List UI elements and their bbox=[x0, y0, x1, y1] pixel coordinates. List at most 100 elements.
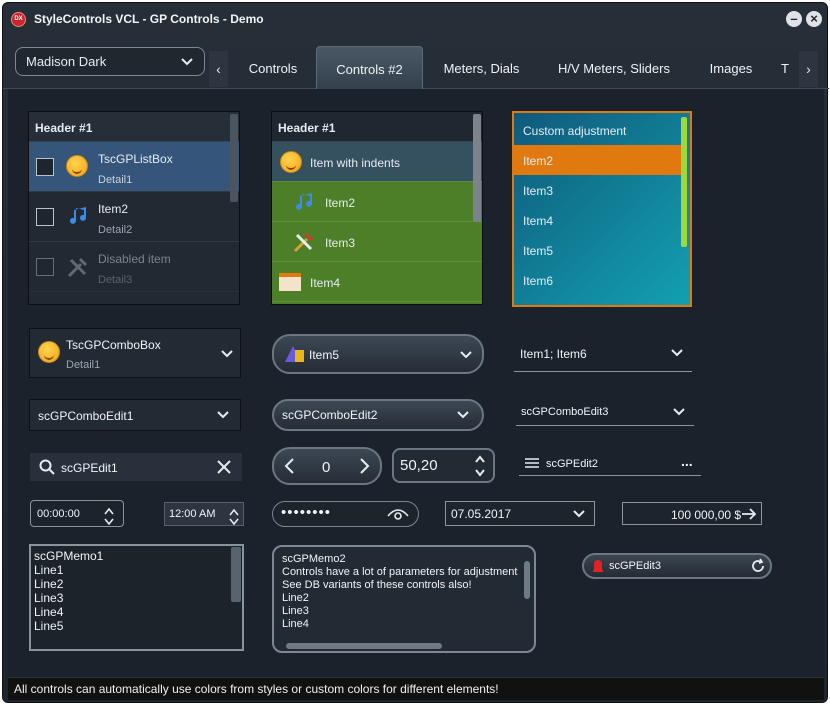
clear-icon[interactable] bbox=[216, 459, 232, 478]
chevron-down-icon bbox=[180, 55, 194, 69]
app-logo-icon: DX bbox=[11, 12, 26, 27]
tab-hv-meters-sliders[interactable]: H/V Meters, Sliders bbox=[541, 46, 687, 89]
comboedit-value: scGPComboEdit2 bbox=[282, 408, 378, 422]
memo-content: scGPMemo2 Controls have a lot of paramet… bbox=[282, 553, 517, 631]
tab-controls-2[interactable]: Controls #2 bbox=[316, 46, 423, 89]
scrollbar[interactable] bbox=[230, 114, 238, 202]
more-button[interactable]: ... bbox=[681, 453, 693, 469]
edit-3[interactable]: scGPEdit3 bbox=[582, 553, 772, 579]
spin-down-icon[interactable] bbox=[229, 515, 239, 529]
checkbox[interactable] bbox=[36, 208, 54, 226]
list-item[interactable]: Custom adjustment bbox=[523, 124, 626, 138]
item-detail: Detail1 bbox=[98, 174, 133, 186]
list-item[interactable]: TscGPListBox Detail1 bbox=[29, 142, 239, 192]
date-edit[interactable]: 07.05.2017 bbox=[445, 501, 595, 526]
music-note-icon bbox=[294, 190, 316, 217]
combobox-2[interactable]: Item5 bbox=[272, 334, 484, 374]
listbox-1[interactable]: Header #1 TscGPListBox Detail1 Item2 Det… bbox=[28, 111, 240, 305]
refresh-icon[interactable] bbox=[750, 558, 766, 577]
password-edit[interactable]: •••••••• bbox=[272, 501, 419, 527]
tools-icon bbox=[292, 230, 316, 257]
tab-controls[interactable]: Controls bbox=[235, 46, 311, 89]
window-icon bbox=[279, 273, 301, 291]
item-detail: Detail2 bbox=[98, 224, 133, 236]
edit-1[interactable]: scGPEdit1 bbox=[30, 453, 242, 481]
comboedit-2[interactable]: scGPComboEdit2 bbox=[272, 399, 484, 431]
minimize-button[interactable]: – bbox=[786, 11, 802, 27]
scrollbar[interactable] bbox=[681, 117, 687, 247]
list-item[interactable]: Item2 bbox=[272, 182, 482, 222]
comboedit-value: scGPComboEdit1 bbox=[38, 409, 134, 423]
close-button[interactable]: × bbox=[806, 11, 822, 27]
tab-images[interactable]: Images bbox=[695, 46, 767, 89]
list-item[interactable]: Item with indents bbox=[272, 142, 482, 182]
listbox-2[interactable]: Header #1 Item with indents Item2 Item3 … bbox=[271, 111, 483, 305]
time-edit-2[interactable]: 12:00 AM bbox=[164, 502, 244, 526]
item-title: TscGPListBox bbox=[98, 152, 173, 166]
checkcombobox-3[interactable]: Item1; Item6 bbox=[514, 337, 692, 372]
listbox-3[interactable]: Custom adjustment Item2 Item3 Item4 Item… bbox=[512, 111, 692, 307]
spin-value: 0 bbox=[322, 459, 331, 476]
memo-line: Line4 bbox=[282, 618, 309, 630]
memo-line: scGPMemo2 bbox=[282, 553, 346, 565]
comboedit-1[interactable]: scGPComboEdit1 bbox=[29, 399, 241, 431]
list-item[interactable]: Item3 bbox=[272, 222, 482, 262]
checkbox[interactable] bbox=[36, 158, 54, 176]
smiley-icon bbox=[280, 151, 302, 173]
list-item[interactable]: Item3 bbox=[523, 184, 553, 198]
item-label: Item2 bbox=[523, 154, 554, 168]
tab-truncated[interactable]: T bbox=[775, 46, 795, 89]
spin-up-icon[interactable] bbox=[474, 453, 486, 467]
memo-line: See DB variants of these controls also! bbox=[282, 579, 472, 591]
tab-meters-dials[interactable]: Meters, Dials bbox=[430, 46, 533, 89]
memo-line: scGPMemo1 bbox=[34, 549, 104, 563]
memo-1[interactable]: scGPMemo1 Line1 Line2 Line3 Line4 Line5 bbox=[29, 544, 244, 651]
edit-2[interactable]: scGPEdit2 ... bbox=[519, 453, 701, 476]
scrollbar[interactable] bbox=[231, 547, 241, 602]
list-item[interactable]: Item4 bbox=[523, 214, 553, 228]
spin-down-icon[interactable] bbox=[104, 515, 114, 529]
arrow-right-icon[interactable] bbox=[741, 507, 757, 524]
combo-value: Item1; Item6 bbox=[520, 347, 587, 361]
spin-down-icon[interactable] bbox=[474, 467, 486, 481]
scrollbar[interactable] bbox=[524, 561, 530, 599]
tab-scroll-left-button[interactable]: ‹ bbox=[209, 51, 228, 87]
combobox-1[interactable]: TscGPComboBox Detail1 bbox=[29, 328, 241, 378]
window-title: StyleControls VCL - GP Controls - Demo bbox=[34, 12, 264, 26]
memo-line: Line2 bbox=[282, 592, 309, 604]
list-item[interactable]: Item6 bbox=[523, 274, 553, 288]
smiley-icon bbox=[38, 341, 60, 363]
spin-edit-1[interactable]: 0 bbox=[272, 447, 382, 485]
app-window: DX StyleControls VCL - GP Controls - Dem… bbox=[2, 2, 829, 703]
tab-bar: Madison Dark ‹ Controls Controls #2 Mete… bbox=[3, 43, 829, 89]
chevron-left-icon[interactable] bbox=[282, 457, 296, 478]
time-edit-1[interactable]: 00:00:00 bbox=[30, 500, 124, 527]
spin-edit-2[interactable]: 50,20 bbox=[392, 448, 495, 483]
music-note-icon bbox=[68, 204, 90, 231]
title-bar: DX StyleControls VCL - GP Controls - Dem… bbox=[3, 3, 829, 35]
chevron-down-icon bbox=[672, 405, 686, 419]
horizontal-scrollbar[interactable] bbox=[286, 643, 442, 649]
chevron-right-icon[interactable] bbox=[358, 457, 372, 478]
eye-icon[interactable] bbox=[387, 507, 409, 524]
list-item-selected[interactable]: Item2 bbox=[514, 145, 682, 175]
chevron-down-icon bbox=[572, 507, 586, 521]
tab-scroll-right-button[interactable]: › bbox=[799, 51, 818, 87]
tools-icon bbox=[66, 255, 90, 282]
scrollbar[interactable] bbox=[473, 114, 481, 222]
time-value: 00:00:00 bbox=[37, 508, 80, 520]
edit-value: scGPEdit3 bbox=[609, 560, 661, 572]
list-item[interactable]: Item4 bbox=[272, 262, 482, 302]
style-select-value: Madison Dark bbox=[26, 54, 107, 69]
item-detail: Detail3 bbox=[98, 274, 133, 286]
list-item[interactable]: Item2 Detail2 bbox=[29, 192, 239, 242]
memo-line: Line3 bbox=[34, 591, 64, 605]
comboedit-3[interactable]: scGPComboEdit3 bbox=[516, 401, 694, 426]
memo-2[interactable]: scGPMemo2 Controls have a lot of paramet… bbox=[272, 545, 536, 653]
list-item[interactable]: Item5 bbox=[523, 244, 553, 258]
item-label: Item4 bbox=[310, 276, 341, 290]
chevron-down-icon bbox=[670, 346, 684, 360]
style-select[interactable]: Madison Dark bbox=[15, 47, 205, 76]
memo-line: Controls have a lot of parameters for ad… bbox=[282, 566, 518, 578]
currency-edit[interactable]: 100 000,00 $ bbox=[622, 502, 762, 525]
